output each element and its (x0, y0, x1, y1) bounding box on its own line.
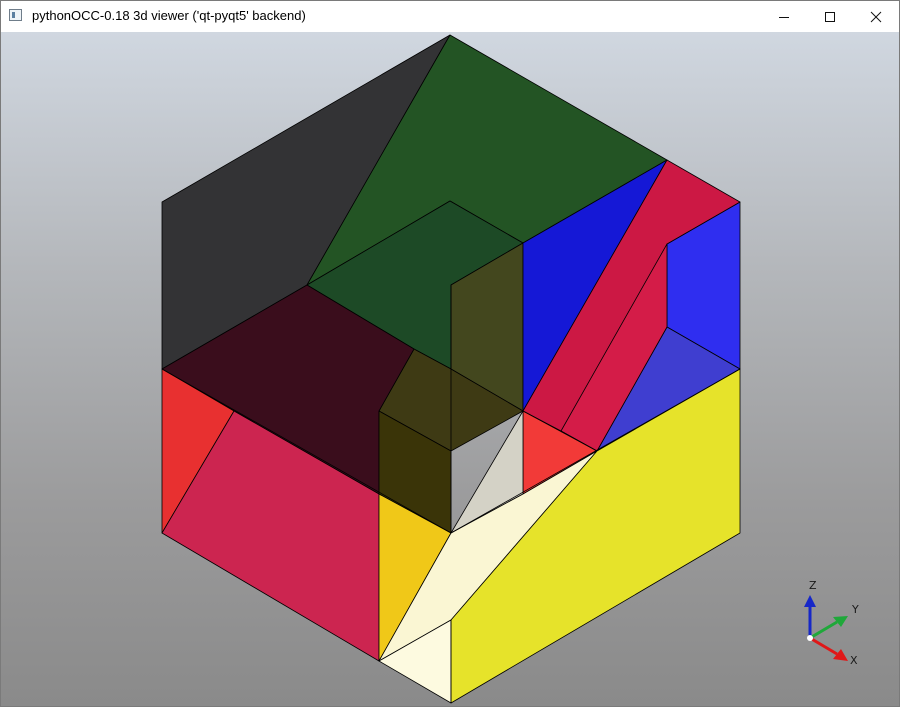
y-axis (809, 620, 838, 640)
axis-triedron: Z Y X (804, 579, 859, 667)
z-arrow-icon (804, 595, 816, 607)
close-icon (870, 11, 882, 22)
x-axis (809, 636, 838, 656)
z-axis-label: Z (809, 579, 817, 592)
maximize-button[interactable] (807, 1, 853, 32)
viewer-window: pythonOCC-0.18 3d viewer ('qt-pyqt5' bac… (0, 0, 900, 707)
minimize-button[interactable] (761, 1, 807, 32)
triedron-origin (807, 635, 813, 641)
minimize-icon (779, 16, 789, 18)
x-axis-label: X (850, 654, 858, 667)
x-arrow-icon (833, 649, 848, 661)
window-title: pythonOCC-0.18 3d viewer ('qt-pyqt5' bac… (32, 8, 306, 23)
y-axis-label: Y (851, 603, 859, 616)
app-icon (9, 9, 22, 21)
title-bar[interactable]: pythonOCC-0.18 3d viewer ('qt-pyqt5' bac… (1, 1, 899, 32)
close-button[interactable] (853, 1, 899, 32)
3d-scene[interactable]: Z Y X (1, 32, 899, 706)
maximize-icon (825, 11, 835, 22)
3d-viewport[interactable]: Z Y X (1, 32, 899, 706)
